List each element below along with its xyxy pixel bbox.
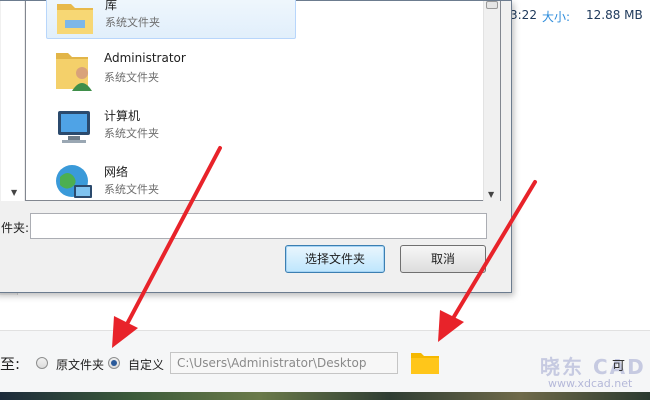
- folder-item-name: 网络: [104, 165, 129, 179]
- network-globe-icon: [56, 165, 92, 198]
- desktop-wallpaper: [0, 392, 650, 400]
- custom-folder-label[interactable]: 自定义: [128, 356, 164, 373]
- right-edge-text: 可: [612, 359, 626, 374]
- folder-item-name: 库: [105, 0, 118, 12]
- original-folder-radio[interactable]: [36, 357, 48, 369]
- folder-item-administrator[interactable]: Administrator 系统文件夹: [46, 45, 296, 95]
- vertical-scrollbar[interactable]: ▼: [483, 1, 500, 201]
- folder-item-name: Administrator: [104, 51, 186, 65]
- folder-item-computer[interactable]: 计算机 系统文件夹: [46, 101, 296, 151]
- folder-tree-list[interactable]: 库 系统文件夹 Administrator 系统文件夹 计算机 系统文件夹 网络…: [25, 0, 501, 201]
- scroll-thumb[interactable]: [486, 1, 498, 9]
- folder-item-network[interactable]: 网络 系统文件夹: [46, 157, 296, 207]
- computer-icon: [58, 111, 90, 143]
- size-value: 12.88 MB: [586, 8, 643, 22]
- folder-item-library[interactable]: 库 系统文件夹: [46, 0, 296, 39]
- original-folder-label[interactable]: 原文件夹: [56, 356, 104, 373]
- watermark-brand: 晓东 CAD: [540, 355, 646, 379]
- watermark-url: www.xdcad.net: [548, 377, 633, 390]
- scroll-down-icon[interactable]: ▼: [11, 188, 17, 197]
- folder-item-type: 系统文件夹: [104, 183, 159, 196]
- select-folder-button[interactable]: 选择文件夹: [285, 245, 385, 273]
- size-label: 大小:: [542, 10, 571, 24]
- folder-item-type: 系统文件夹: [104, 127, 159, 140]
- user-folder-icon: [56, 53, 92, 91]
- output-to-label: 至:: [0, 355, 21, 373]
- time-fragment: 3:22: [510, 8, 537, 22]
- folder-name-input[interactable]: [30, 213, 487, 239]
- output-path-input[interactable]: [170, 352, 398, 374]
- output-options-bar: 至: 原文件夹 自定义 晓东 CAD www.xdcad.net 可: [0, 330, 650, 392]
- folder-icon[interactable]: [410, 349, 440, 375]
- folder-label: 件夹:: [1, 221, 30, 235]
- library-folder-icon: [57, 4, 93, 34]
- folder-item-type: 系统文件夹: [104, 71, 159, 84]
- tree-gutter: ▼: [1, 1, 25, 201]
- folder-item-name: 计算机: [104, 109, 141, 123]
- custom-folder-radio[interactable]: [108, 357, 120, 369]
- cancel-button[interactable]: 取消: [400, 245, 486, 273]
- folder-item-type: 系统文件夹: [105, 16, 160, 29]
- scroll-down-icon[interactable]: ▼: [488, 190, 494, 199]
- browse-folder-dialog: ▼ 库 系统文件夹 Administrator 系统文件夹 计算机 系统文件夹 …: [0, 0, 512, 293]
